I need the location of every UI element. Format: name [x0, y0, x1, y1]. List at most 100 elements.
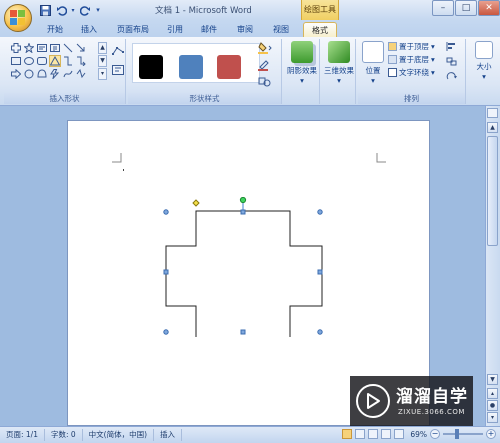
full-screen-view-button[interactable] — [355, 429, 366, 439]
flowchart-shape-icon[interactable] — [36, 68, 48, 80]
edit-points-icon[interactable] — [112, 45, 124, 59]
align-icon[interactable] — [446, 42, 460, 53]
dropdown-arrow-icon[interactable]: ▾ — [70, 3, 76, 17]
tab-references[interactable]: 引用 — [160, 22, 190, 37]
scroll-up-button[interactable]: ▲ — [487, 122, 498, 133]
scroll-thumb[interactable] — [487, 136, 498, 246]
resize-handle-right[interactable] — [317, 269, 323, 275]
gallery-down-button[interactable]: ▼ — [98, 55, 107, 67]
triangle-shape-icon[interactable] — [49, 55, 61, 67]
redo-icon[interactable] — [78, 3, 92, 17]
web-layout-view-button[interactable] — [368, 429, 379, 439]
rounded-rect-shape-icon[interactable] — [36, 55, 48, 67]
bring-to-front-button[interactable]: 置于顶层 ▾ — [388, 41, 435, 52]
resize-handle-left[interactable] — [163, 269, 169, 275]
previous-page-button[interactable]: ▴ — [487, 388, 498, 399]
page-count[interactable]: 页面: 1/1 — [0, 429, 45, 441]
tab-page-layout[interactable]: 页面布局 — [110, 22, 156, 37]
adjustment-handle[interactable] — [192, 199, 200, 207]
style-swatch-black[interactable] — [139, 55, 163, 79]
textbox-shape-icon[interactable] — [36, 42, 48, 54]
close-button[interactable]: ✕ — [478, 0, 500, 16]
insert-shapes-group: ▲ ▼ ▾ 插入形状 — [4, 39, 126, 104]
next-page-button[interactable]: ▾ — [487, 412, 498, 423]
tab-format[interactable]: 格式 — [303, 22, 337, 37]
vertical-textbox-icon[interactable] — [49, 42, 61, 54]
tab-home[interactable]: 开始 — [40, 22, 70, 37]
draft-view-button[interactable] — [394, 429, 405, 439]
save-icon[interactable] — [38, 3, 52, 17]
customize-qat-icon[interactable]: ▾ — [94, 3, 102, 17]
curve-shape-icon[interactable] — [62, 68, 74, 80]
shapes-gallery — [10, 42, 98, 80]
oval-shape-icon[interactable] — [23, 55, 35, 67]
bring-front-icon — [388, 42, 397, 51]
style-swatch-blue[interactable] — [179, 55, 203, 79]
vertical-scrollbar[interactable]: ▲ ▼ ▴ ● ▾ — [485, 120, 500, 423]
shape-outline-icon[interactable] — [258, 59, 276, 73]
tab-view[interactable]: 视图 — [266, 22, 296, 37]
send-back-label: 置于底层 — [399, 55, 429, 64]
resize-handle-bottom-left[interactable] — [163, 329, 169, 335]
circle-shape-icon[interactable] — [23, 68, 35, 80]
zoom-in-button[interactable]: + — [486, 429, 496, 439]
zoom-slider-thumb[interactable] — [455, 429, 459, 439]
margin-corner-top-right-icon — [376, 153, 386, 163]
bring-front-label: 置于顶层 — [399, 42, 429, 51]
zoom-slider[interactable] — [443, 429, 483, 439]
resize-handle-bottom-right[interactable] — [317, 329, 323, 335]
ruler-toggle-icon[interactable] — [487, 108, 498, 118]
shadow-effects-button[interactable]: 阴影效果 ▾ — [286, 41, 318, 85]
tab-insert[interactable]: 插入 — [74, 22, 104, 37]
maximize-button[interactable]: □ — [455, 0, 477, 16]
resize-handle-top[interactable] — [240, 209, 246, 215]
zoom-out-button[interactable]: − — [430, 429, 440, 439]
gallery-up-button[interactable]: ▲ — [98, 42, 107, 54]
cross-shape-icon[interactable] — [10, 42, 22, 54]
selected-cross-shape[interactable] — [158, 197, 328, 337]
tab-mailings[interactable]: 邮件 — [194, 22, 224, 37]
rotation-handle[interactable] — [239, 197, 247, 204]
shape-styles-label-text: 形状样式 — [189, 94, 220, 103]
scroll-down-button[interactable]: ▼ — [487, 374, 498, 385]
ribbon: ▲ ▼ ▾ 插入形状 形状样式 阴影效果 ▾ 三维效果 ▾ 位置 ▾ 置于顶层 … — [0, 37, 500, 106]
print-layout-view-button[interactable] — [342, 429, 353, 439]
language-indicator[interactable]: 中文(简体，中国) — [83, 429, 155, 441]
rotate-icon[interactable] — [446, 72, 460, 83]
shape-fill-icon[interactable] — [258, 42, 276, 56]
star-shape-icon[interactable] — [23, 42, 35, 54]
resize-handle-top-right[interactable] — [317, 209, 323, 215]
style-swatch-red[interactable] — [217, 55, 241, 79]
elbow-arrow-icon[interactable] — [75, 55, 87, 67]
resize-handle-top-left[interactable] — [163, 209, 169, 215]
lightning-shape-icon[interactable] — [49, 68, 61, 80]
text-wrapping-button[interactable]: 文字环绕 ▾ — [388, 67, 435, 78]
draw-textbox-icon[interactable] — [112, 65, 124, 77]
arrange-group-label: 排列 — [358, 93, 465, 104]
position-icon — [362, 41, 384, 63]
threed-effects-button[interactable]: 三维效果 ▾ — [323, 41, 355, 85]
outline-view-button[interactable] — [381, 429, 392, 439]
arrow-line-icon[interactable] — [75, 42, 87, 54]
gallery-more-button[interactable]: ▾ — [98, 68, 107, 80]
browse-object-button[interactable]: ● — [487, 400, 498, 411]
change-shape-icon[interactable] — [258, 76, 276, 90]
cross-shape-outline[interactable] — [165, 210, 323, 337]
resize-handle-bottom[interactable] — [240, 329, 246, 335]
freeform-shape-icon[interactable] — [75, 68, 87, 80]
position-button[interactable]: 位置 ▾ — [360, 41, 386, 85]
insert-mode-indicator[interactable]: 插入 — [154, 429, 183, 441]
tab-review[interactable]: 审阅 — [230, 22, 260, 37]
send-to-back-button[interactable]: 置于底层 ▾ — [388, 54, 435, 65]
line-shape-icon[interactable] — [62, 42, 74, 54]
rectangle-shape-icon[interactable] — [10, 55, 22, 67]
minimize-button[interactable]: – — [432, 0, 454, 16]
office-button[interactable] — [4, 4, 32, 32]
right-arrow-shape-icon[interactable] — [10, 68, 22, 80]
undo-icon[interactable] — [54, 3, 68, 17]
zoom-level[interactable]: 69% — [410, 430, 427, 439]
word-count[interactable]: 字数: 0 — [45, 429, 83, 441]
size-button[interactable]: 大小 ▾ — [470, 41, 498, 81]
elbow-connector-icon[interactable] — [62, 55, 74, 67]
group-icon[interactable] — [446, 57, 460, 68]
